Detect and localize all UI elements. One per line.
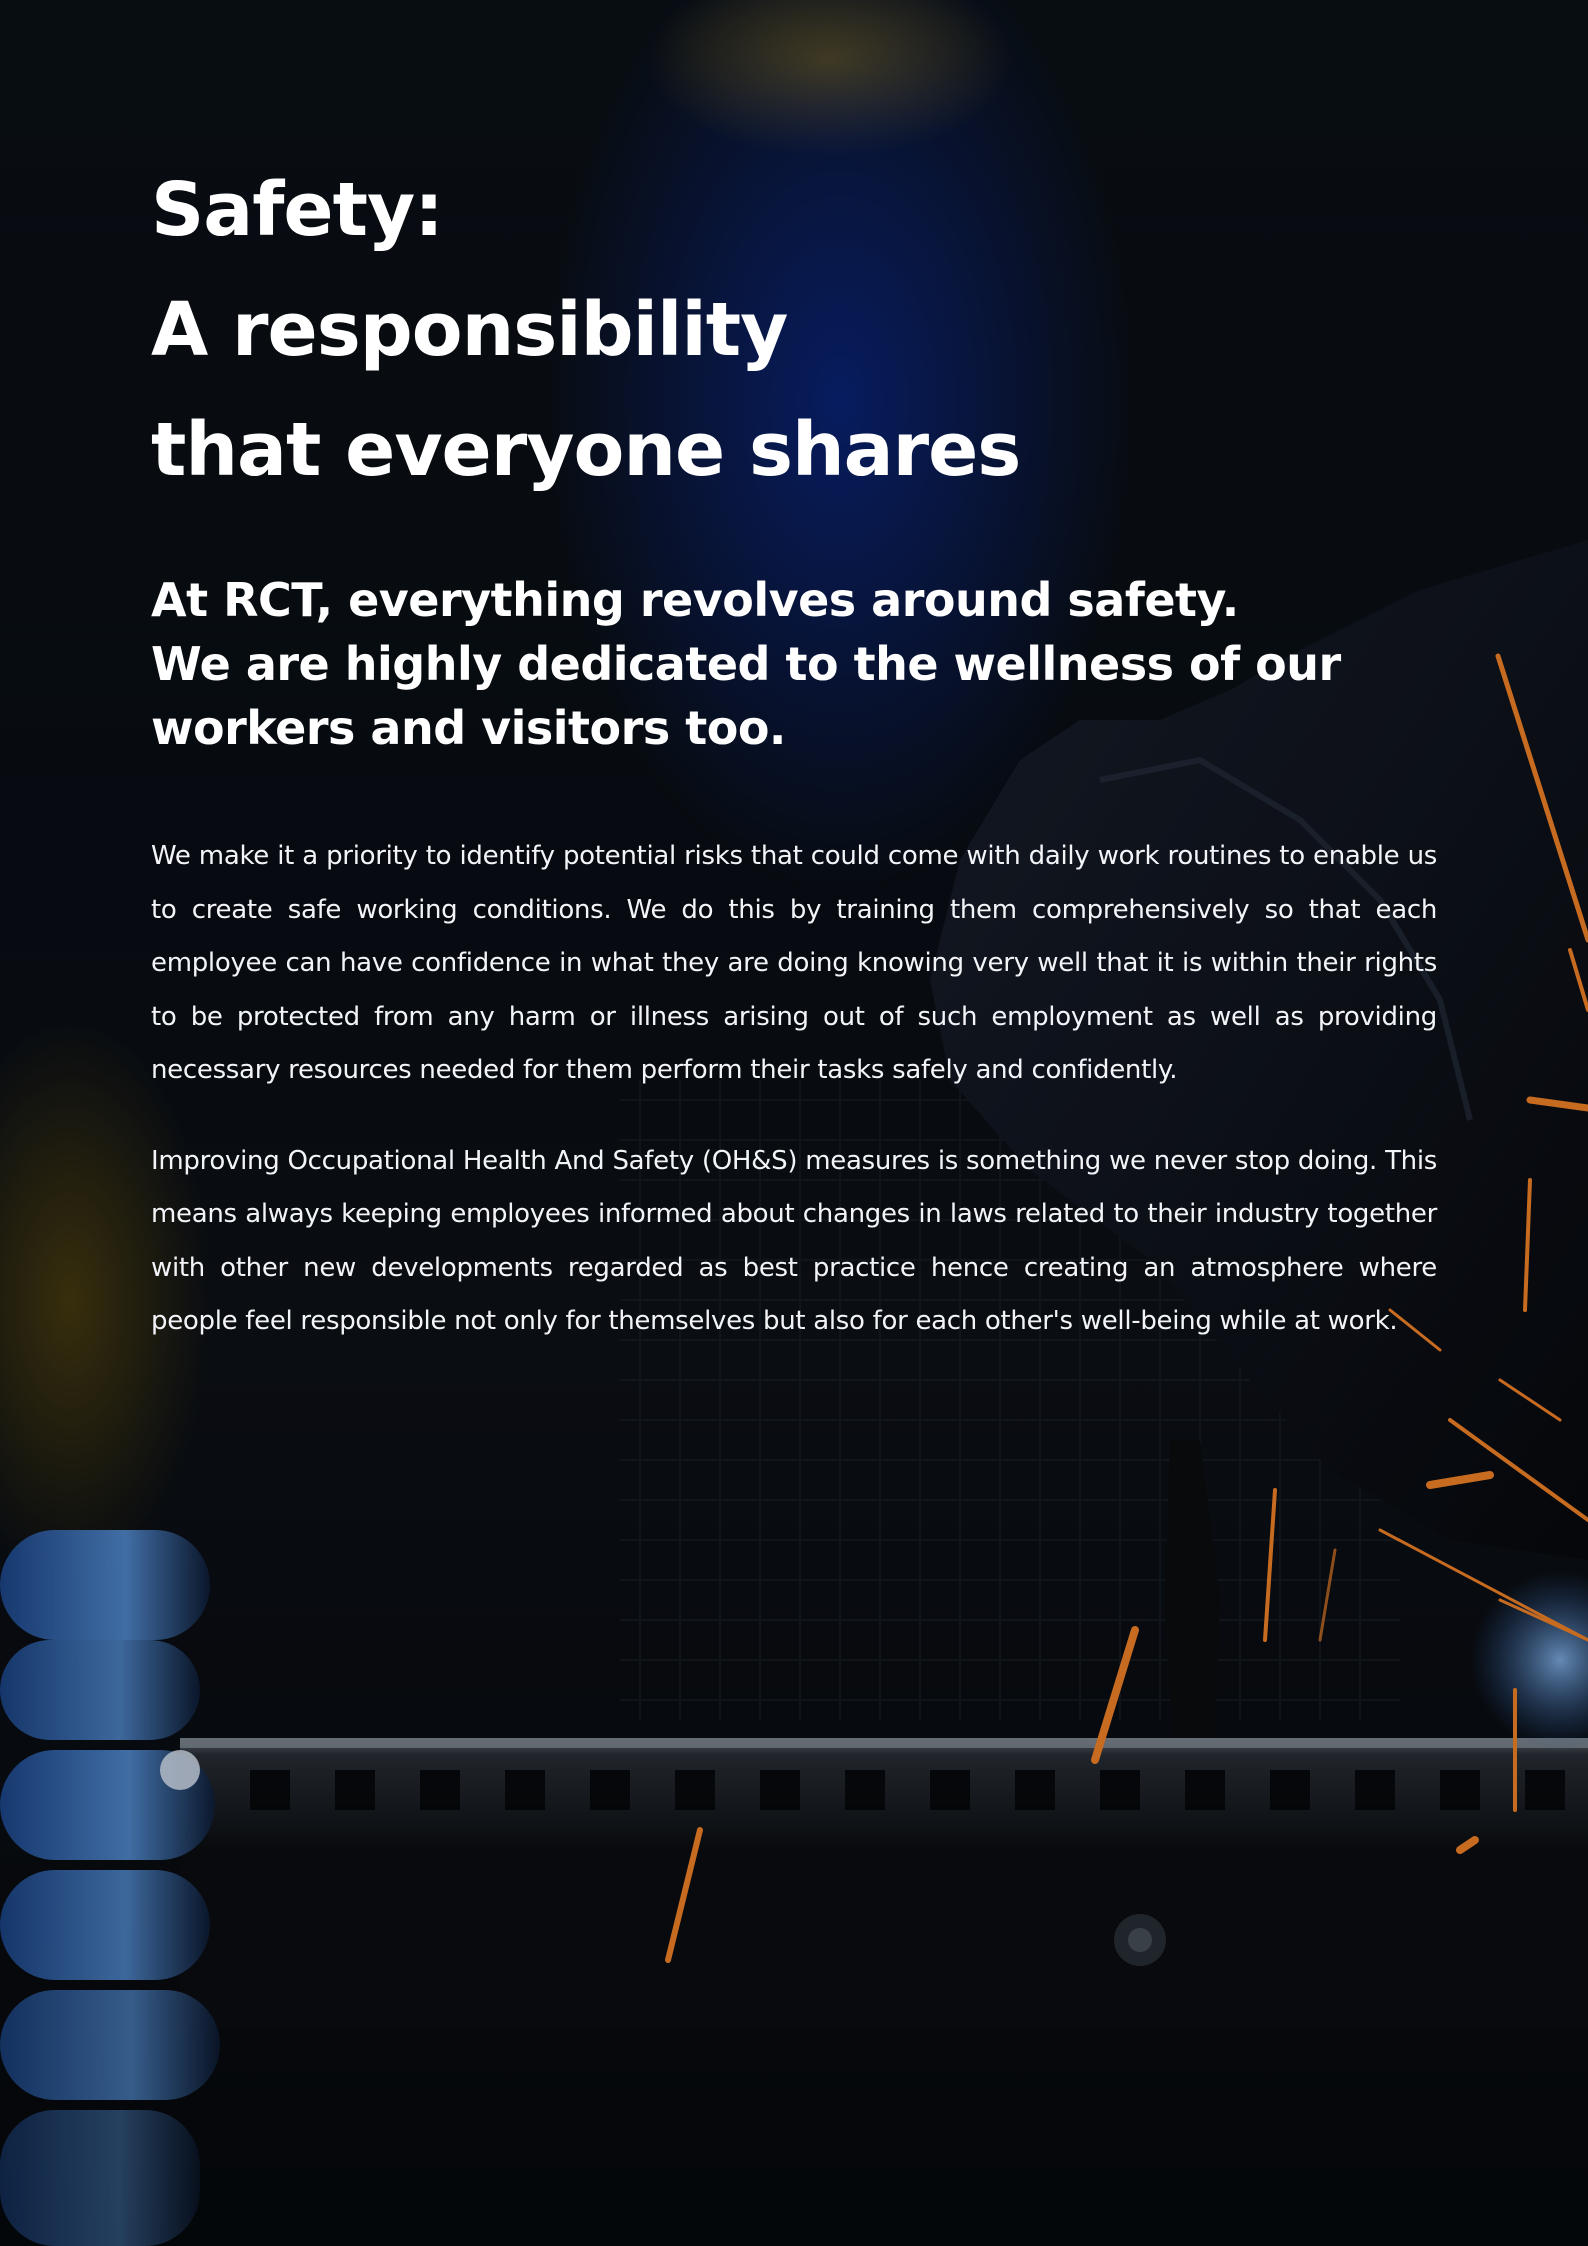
subheading: At RCT, everything revolves around safet…	[151, 568, 1437, 760]
safety-page: Safety: A responsibility that everyone s…	[0, 0, 1588, 2246]
page-headline: Safety: A responsibility that everyone s…	[151, 150, 1437, 510]
headline-line-3: that everyone shares	[151, 407, 1021, 493]
headline-line-2: A responsibility	[151, 287, 788, 373]
subheading-line-3: workers and visitors too.	[151, 701, 786, 755]
headline-line-1: Safety:	[151, 167, 444, 253]
subheading-line-2: We are highly dedicated to the wellness …	[151, 637, 1341, 691]
body-paragraph-risks: We make it a priority to identify potent…	[151, 841, 1437, 1085]
text-content: Safety: A responsibility that everyone s…	[151, 150, 1437, 1349]
body-paragraph-ohs: Improving Occupational Health And Safety…	[151, 1145, 1437, 1337]
subheading-line-1: At RCT, everything revolves around safet…	[151, 573, 1239, 627]
